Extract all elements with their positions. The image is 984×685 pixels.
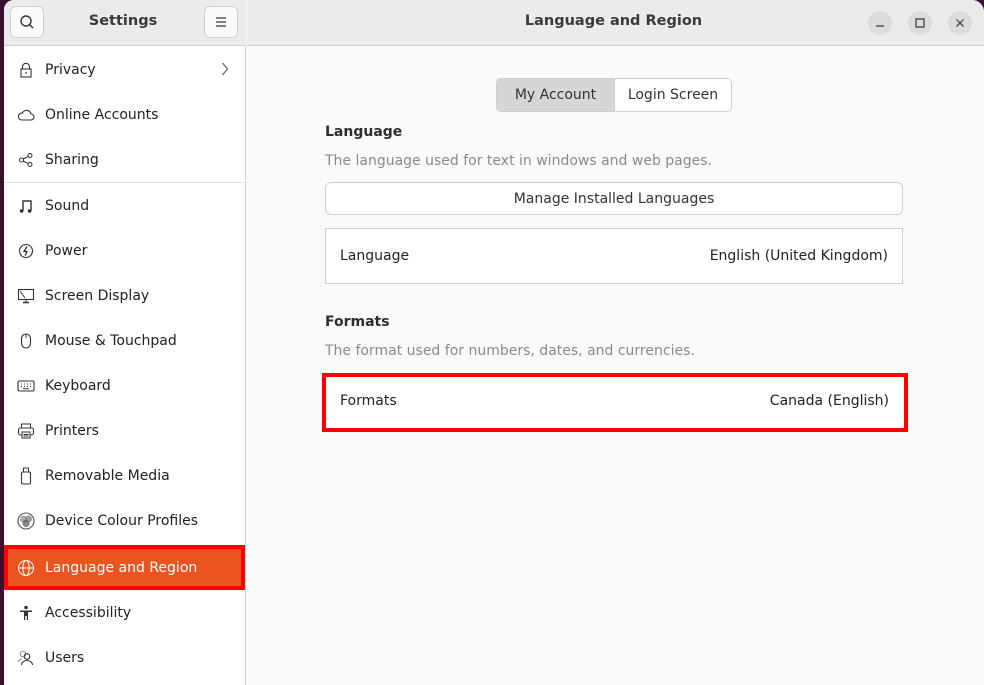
sidebar-item-label: Sharing [45,151,99,168]
search-icon [20,15,34,29]
printer-icon [17,422,35,440]
sidebar-item-accessibility[interactable]: Accessibility [4,590,245,635]
sidebar-item-mouse-touchpad[interactable]: Mouse & Touchpad [4,318,245,363]
sidebar-item-label: Users [45,649,85,666]
settings-window: Settings Privacy Online Accounts Sharing [4,0,984,685]
sidebar-item-label: Device Colour Profiles [45,512,199,529]
sidebar-item-label: Language and Region [45,559,198,576]
formats-row-value: Canada (English) [769,393,889,409]
sidebar-item-label: Removable Media [45,467,170,484]
users-icon [17,649,35,667]
sidebar-item-label: Mouse & Touchpad [45,332,177,349]
main-menu-button[interactable] [204,6,238,38]
hamburger-menu-icon [216,17,226,27]
power-icon [17,242,35,260]
maximize-icon [915,18,925,28]
header-bar: Language and Region [247,0,984,46]
close-button[interactable] [948,11,972,35]
tab-my-account[interactable]: My Account [497,79,615,111]
minimize-icon [876,25,884,27]
tab-login-screen[interactable]: Login Screen [615,79,731,111]
formats-row-label: Formats [340,393,397,409]
language-section-title: Language [325,124,403,140]
sidebar-item-sound[interactable]: Sound [4,183,245,228]
sidebar-item-sharing[interactable]: Sharing [4,137,245,182]
sidebar-item-users[interactable]: Users [4,635,245,680]
chevron-right-icon [221,61,229,81]
language-row-value: English (United Kingdom) [709,248,888,264]
globe-icon [17,559,35,577]
language-row-label: Language [340,248,410,264]
sidebar-item-power[interactable]: Power [4,228,245,273]
minimize-button[interactable] [868,11,892,35]
formats-row[interactable]: Formats Canada (English) [322,373,908,432]
sidebar-item-removable-media[interactable]: Removable Media [4,453,245,498]
share-icon [17,151,35,169]
sidebar-item-label: Screen Display [45,287,150,304]
display-icon [17,287,35,305]
mouse-icon [17,332,35,350]
sidebar-item-label: Accessibility [45,604,132,621]
usb-drive-icon [17,467,35,485]
sidebar-item-label: Sound [45,197,90,214]
search-button[interactable] [10,6,44,38]
sidebar-item-screen-display[interactable]: Screen Display [4,273,245,318]
sidebar-list: Privacy Online Accounts Sharing Sound Po… [4,47,245,680]
accessibility-icon [17,604,35,622]
sidebar-item-device-colour-profiles[interactable]: Device Colour Profiles [4,498,245,543]
colour-profile-icon [17,511,35,530]
sidebar-item-language-and-region[interactable]: Language and Region [4,545,245,590]
keyboard-icon [17,377,35,395]
sidebar-item-keyboard[interactable]: Keyboard [4,363,245,408]
close-icon [956,19,964,27]
sidebar-header: Settings [4,0,246,46]
sidebar: Settings Privacy Online Accounts Sharing [4,0,246,685]
sidebar-item-online-accounts[interactable]: Online Accounts [4,92,245,137]
sidebar-title: Settings [88,13,158,29]
sidebar-item-privacy[interactable]: Privacy [4,47,245,92]
sidebar-item-printers[interactable]: Printers [4,408,245,453]
language-section-description: The language used for text in windows an… [325,153,712,169]
cloud-icon [17,106,35,124]
sidebar-item-label: Power [45,242,88,259]
sidebar-item-label: Privacy [45,61,96,78]
maximize-button[interactable] [908,11,932,35]
music-note-icon [17,197,35,215]
sidebar-item-label: Keyboard [45,377,111,394]
account-tab-switcher: My Account Login Screen [496,78,732,112]
language-row[interactable]: Language English (United Kingdom) [325,228,903,284]
sidebar-item-label: Online Accounts [45,106,159,123]
formats-section-title: Formats [325,314,390,330]
sidebar-item-label: Printers [45,422,99,439]
lock-icon [17,61,35,79]
formats-section-description: The format used for numbers, dates, and … [325,343,695,359]
manage-installed-languages-button[interactable]: Manage Installed Languages [325,182,903,215]
